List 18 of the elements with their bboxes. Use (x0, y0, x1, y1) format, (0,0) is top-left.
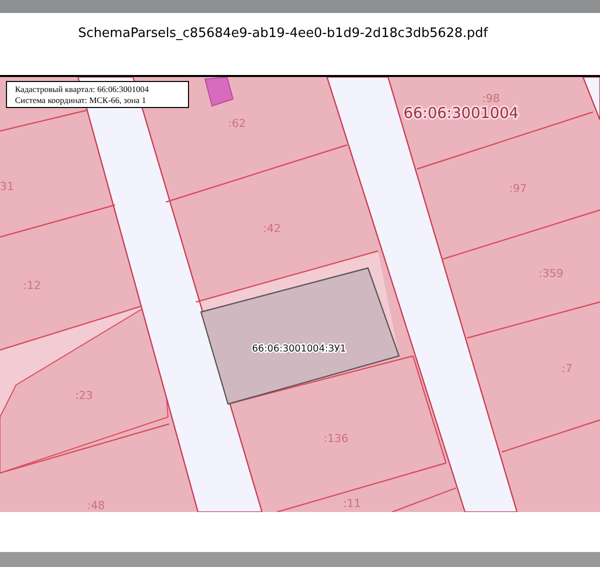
document-title: SchemaParsels_c85684e9-ab19-4ee0-b1d9-2d18c3db5628.pdf (78, 25, 488, 44)
parcel-label: :48 (87, 499, 105, 512)
legend-text: Система координат: МСК-66, зона 1 (15, 94, 147, 105)
parcel-label: :62 (228, 117, 246, 130)
selected-parcel-label: 66:06:3001004:ЗУ1 (252, 344, 346, 355)
quarter-label: 66:06:3001004 (403, 104, 519, 122)
parcel-label: :136 (324, 432, 348, 446)
parcel-label: :7 (562, 362, 572, 376)
parcel-label: :12 (23, 279, 41, 292)
building-outline (204, 77, 234, 107)
parcel-label: :97 (509, 182, 527, 196)
parcel-label: 31 (0, 180, 14, 194)
parcel-label: :359 (538, 267, 564, 280)
parcel-label: :42 (263, 222, 281, 236)
parcel-label: :98 (482, 92, 500, 106)
legend-text: Кадастровый квартал: 66:06:3001004 (15, 84, 150, 94)
parcel-label: :23 (75, 389, 93, 402)
parcel-label: :11 (343, 497, 361, 510)
